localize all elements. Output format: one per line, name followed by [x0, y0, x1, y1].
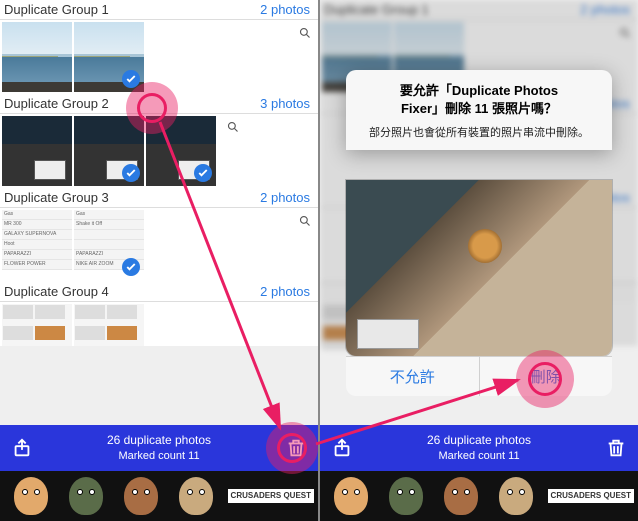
bottom-toolbar: 26 duplicate photos Marked count 11: [0, 425, 318, 471]
thumbs-row-1: [0, 20, 318, 94]
group-header-3: Duplicate Group 3 2 photos: [0, 188, 318, 208]
screen-right: Duplicate Group 1 2 photos photos photos…: [320, 0, 638, 521]
toolbar-line2: Marked count 11: [356, 449, 602, 463]
deny-button[interactable]: 不允許: [346, 357, 479, 396]
delete-permission-dialog: 要允許「Duplicate Photos Fixer」刪除 11 張照片嗎？ 部…: [346, 70, 612, 150]
group-count[interactable]: 2 photos: [260, 190, 310, 205]
thumbs-row-2: [0, 114, 318, 188]
thumbs-row-3: GasMR 300GALAXY SUPERNOVAHootPAPARAZZIFL…: [0, 208, 318, 282]
group-title: Duplicate Group 1: [324, 2, 429, 17]
trash-icon[interactable]: [282, 434, 310, 462]
group-title: Duplicate Group 1: [4, 2, 109, 17]
dialog-message: 部分照片也會從所有裝置的照片串流中刪除。: [360, 124, 598, 140]
group-header-1: Duplicate Group 1 2 photos: [320, 0, 638, 20]
ad-banner[interactable]: CRUSADERS QUEST: [320, 471, 638, 521]
share-icon[interactable]: [8, 434, 36, 462]
magnify-icon[interactable]: [296, 212, 314, 230]
ad-label: CRUSADERS QUEST: [228, 489, 314, 503]
group-header-1: Duplicate Group 1 2 photos: [0, 0, 318, 20]
toolbar-status: 26 duplicate photos Marked count 11: [356, 433, 602, 463]
ad-banner[interactable]: CRUSADERS QUEST: [0, 471, 318, 521]
screen-left: Duplicate Group 1 2 photos Duplicate Gro…: [0, 0, 318, 521]
thumbnail[interactable]: [74, 22, 144, 92]
toolbar-line2: Marked count 11: [36, 449, 282, 463]
trash-icon[interactable]: [602, 434, 630, 462]
dialog-buttons: 不允許 刪除: [346, 356, 612, 396]
group-count[interactable]: 2 photos: [260, 2, 310, 17]
group-count: 2 photos: [580, 2, 630, 17]
selected-check-icon[interactable]: [122, 258, 140, 276]
thumbnail[interactable]: [2, 304, 72, 346]
thumbnail[interactable]: [74, 304, 144, 346]
toolbar-status: 26 duplicate photos Marked count 11: [36, 433, 282, 463]
toolbar-line1: 26 duplicate photos: [36, 433, 282, 449]
bottom-toolbar: 26 duplicate photos Marked count 11: [320, 425, 638, 471]
ad-characters: [0, 471, 228, 521]
group-title: Duplicate Group 4: [4, 284, 109, 299]
group-title: Duplicate Group 2: [4, 96, 109, 111]
thumbnail[interactable]: [2, 22, 72, 92]
thumbnail[interactable]: [2, 116, 72, 186]
thumbnail[interactable]: [146, 116, 216, 186]
thumbnail[interactable]: GasShake it Off PAPARAZZINIKE AIR ZOOM: [74, 210, 144, 280]
preview-photo: [346, 180, 612, 356]
toolbar-line1: 26 duplicate photos: [356, 433, 602, 449]
share-icon[interactable]: [328, 434, 356, 462]
selected-check-icon[interactable]: [194, 164, 212, 182]
group-count[interactable]: 2 photos: [260, 284, 310, 299]
selected-check-icon[interactable]: [122, 164, 140, 182]
thumbs-row-4: [0, 302, 318, 346]
selected-check-icon[interactable]: [122, 70, 140, 88]
thumbnail[interactable]: GasMR 300GALAXY SUPERNOVAHootPAPARAZZIFL…: [2, 210, 72, 280]
dialog-title: 要允許「Duplicate Photos Fixer」刪除 11 張照片嗎？: [360, 82, 598, 118]
group-title: Duplicate Group 3: [4, 190, 109, 205]
delete-button[interactable]: 刪除: [479, 357, 613, 396]
group-header-4: Duplicate Group 4 2 photos: [0, 282, 318, 302]
magnify-icon[interactable]: [224, 118, 242, 136]
thumbnail[interactable]: [74, 116, 144, 186]
ad-characters: [320, 471, 548, 521]
group-count[interactable]: 3 photos: [260, 96, 310, 111]
group-header-2: Duplicate Group 2 3 photos: [0, 94, 318, 114]
ad-label: CRUSADERS QUEST: [548, 489, 634, 503]
magnify-icon[interactable]: [296, 24, 314, 42]
